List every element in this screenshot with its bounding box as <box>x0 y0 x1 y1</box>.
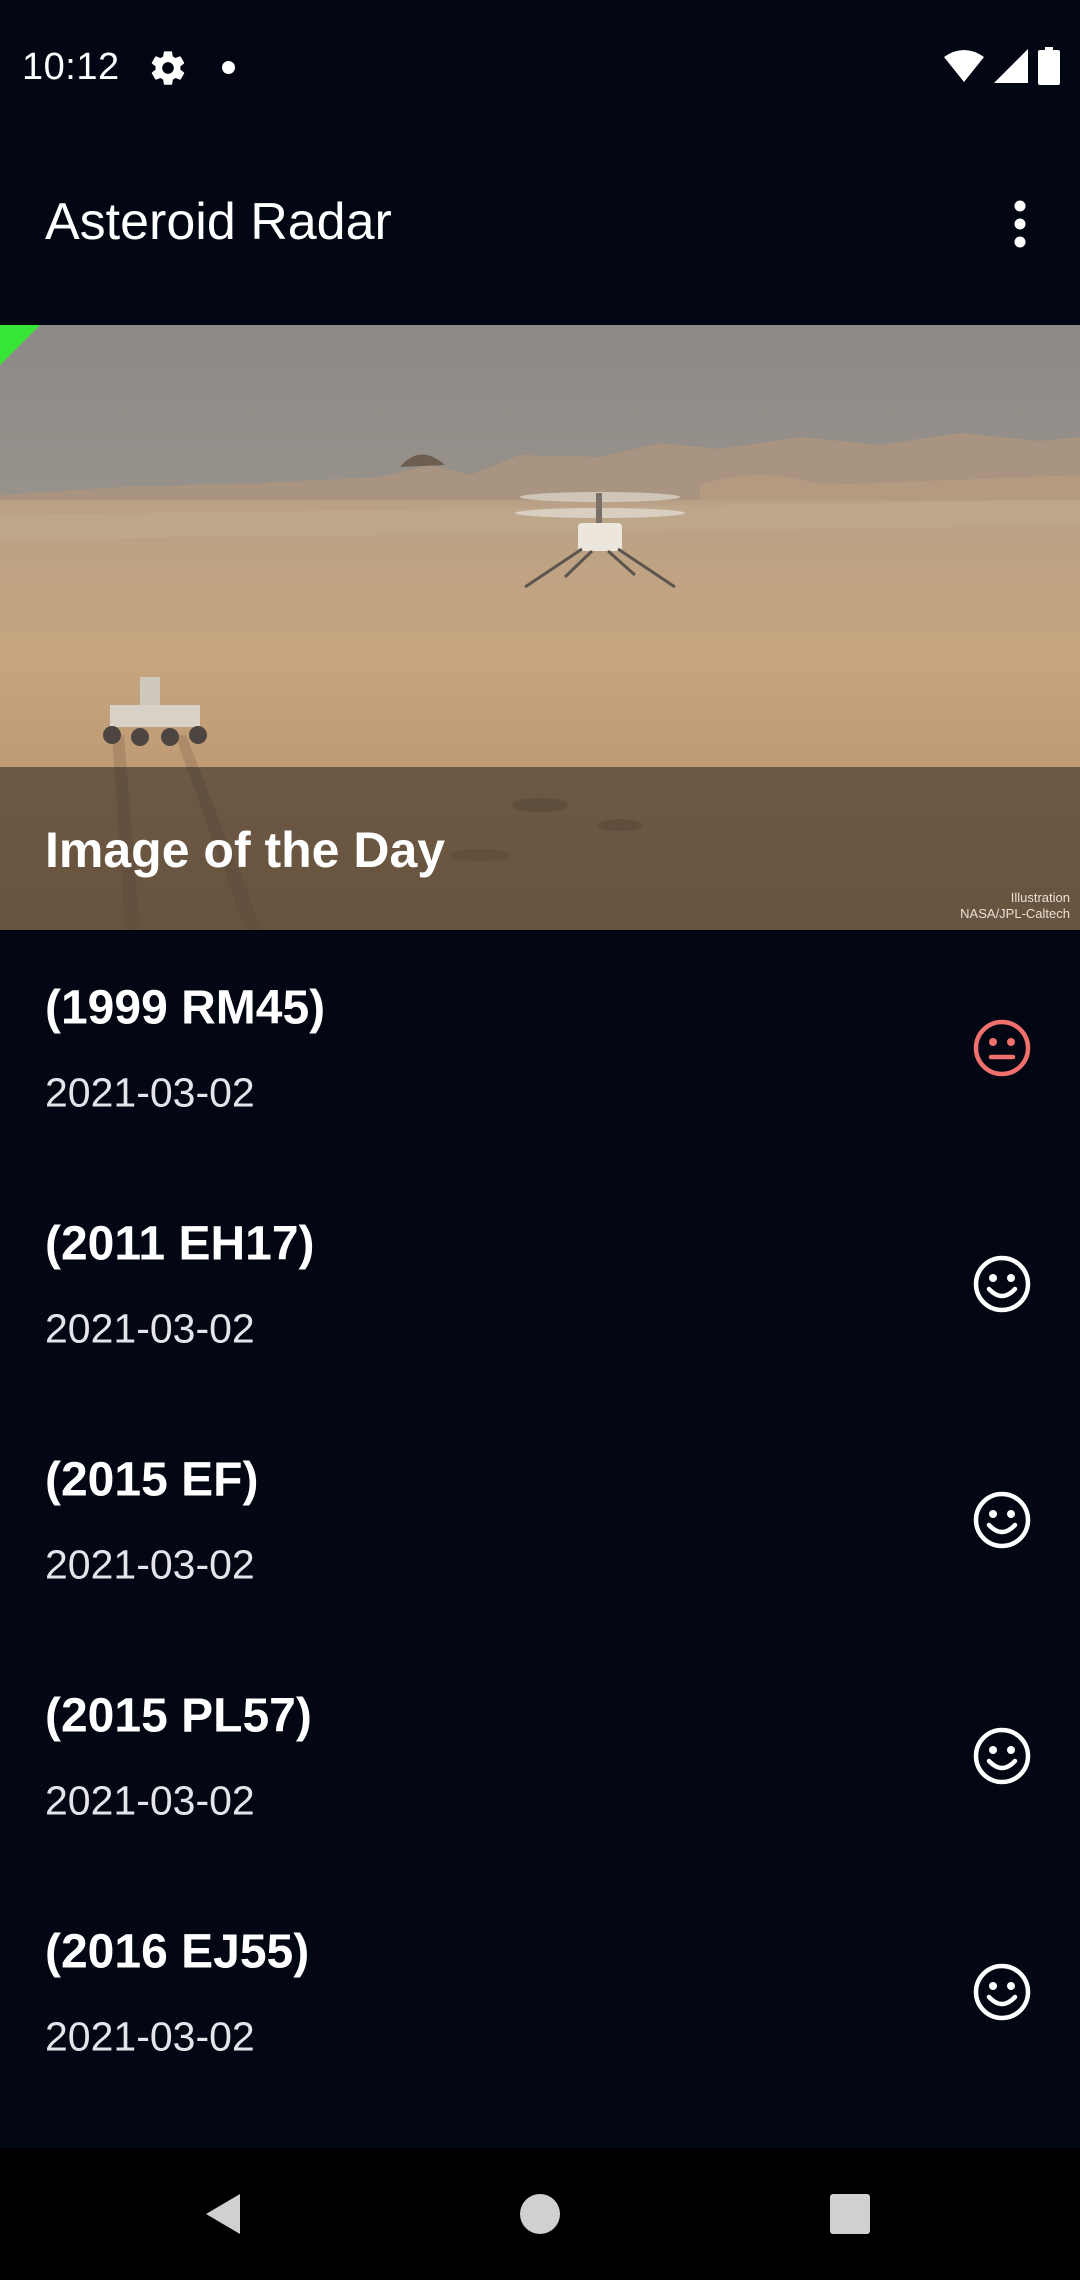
status-time: 10:12 <box>22 46 120 88</box>
battery-icon <box>1038 47 1060 85</box>
asteroid-name: (2015 EF) <box>45 1453 259 1507</box>
list-item[interactable]: (2011 EH17) 2021-03-02 <box>0 1166 1080 1402</box>
overflow-menu-button[interactable] <box>982 186 1058 262</box>
home-circle-icon <box>520 2194 560 2234</box>
home-button[interactable] <box>504 2178 576 2250</box>
asteroid-name: (1999 RM45) <box>45 981 326 1035</box>
happy-face-icon <box>973 1727 1031 1785</box>
more-vert-icon <box>1014 200 1026 248</box>
image-credit-line1: Illustration <box>1010 890 1070 905</box>
hero-corner-accent <box>0 325 40 365</box>
happy-face-icon <box>973 1255 1031 1313</box>
asteroid-list[interactable]: (1999 RM45) 2021-03-02 (2011 EH17) 2021-… <box>0 930 1080 2148</box>
status-right-icons <box>944 44 1060 88</box>
asteroid-name: (2015 PL57) <box>45 1689 312 1743</box>
recents-button[interactable] <box>814 2178 886 2250</box>
image-of-the-day[interactable]: Image of the Day Illustration NASA/JPL-C… <box>0 325 1080 930</box>
gear-icon <box>151 51 185 85</box>
back-triangle-icon <box>206 2194 240 2234</box>
hero-title: Image of the Day <box>45 822 446 878</box>
notification-dot-icon <box>222 61 235 74</box>
list-item[interactable]: (2015 PL57) 2021-03-02 <box>0 1638 1080 1874</box>
asteroid-name: (2016 EJ55) <box>45 1925 310 1979</box>
asteroid-date: 2021-03-02 <box>45 1777 255 1824</box>
image-credit: Illustration NASA/JPL-Caltech <box>960 890 1070 922</box>
signal-icon <box>994 49 1028 83</box>
asteroid-name: (2011 EH17) <box>45 1217 315 1271</box>
recents-square-icon <box>830 2194 870 2234</box>
asteroid-date: 2021-03-02 <box>45 1541 255 1588</box>
system-nav-bar <box>0 2148 1080 2280</box>
happy-face-icon <box>973 1963 1031 2021</box>
list-item[interactable]: (2016 EJ55) 2021-03-02 <box>0 1874 1080 2110</box>
asteroid-date: 2021-03-02 <box>45 1305 255 1352</box>
happy-face-icon <box>973 1491 1031 1549</box>
asteroid-date: 2021-03-02 <box>45 2013 255 2060</box>
wifi-icon <box>944 50 984 82</box>
app-bar: Asteroid Radar <box>0 136 1080 325</box>
back-button[interactable] <box>188 2178 260 2250</box>
app-title: Asteroid Radar <box>45 193 392 251</box>
sad-face-icon <box>973 1019 1031 1077</box>
list-item[interactable]: (2015 EF) 2021-03-02 <box>0 1402 1080 1638</box>
asteroid-date: 2021-03-02 <box>45 1069 255 1116</box>
list-item[interactable]: (1999 RM45) 2021-03-02 <box>0 930 1080 1166</box>
image-credit-line2: NASA/JPL-Caltech <box>960 906 1070 921</box>
status-bar: 10:12 <box>0 0 1080 136</box>
